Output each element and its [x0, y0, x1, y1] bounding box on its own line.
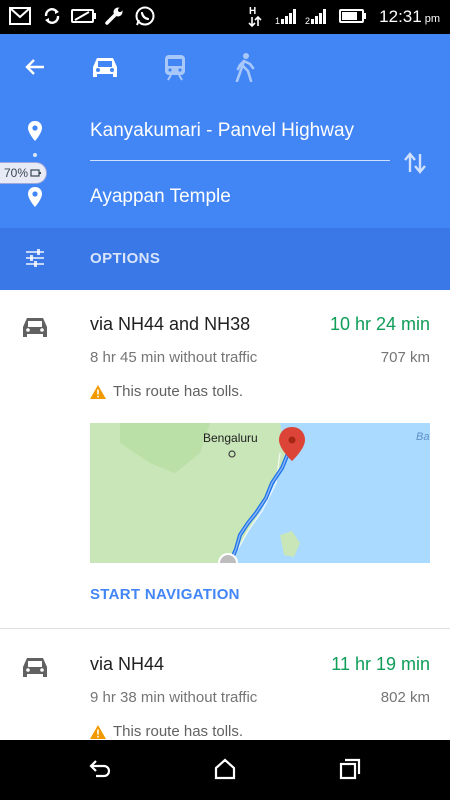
route-no-traffic-time: 9 hr 38 min without traffic: [90, 689, 258, 706]
wrench-icon: [102, 5, 126, 27]
car-icon: [22, 315, 48, 344]
warning-icon: [90, 384, 106, 399]
battery-overlay-badge: 70%: [0, 162, 48, 184]
car-icon[interactable]: [88, 50, 122, 84]
origin-pin-icon: [24, 118, 46, 144]
map-city-label: Bengaluru: [203, 431, 258, 445]
map-sea-label: Ba: [416, 431, 430, 443]
route-card[interactable]: via NH44 11 hr 19 min 9 hr 38 min withou…: [0, 628, 450, 740]
car-icon: [22, 655, 48, 684]
route-map-preview[interactable]: Bengaluru Ba: [90, 423, 430, 563]
toll-notice: This route has tolls.: [90, 723, 243, 740]
back-arrow-icon[interactable]: [20, 52, 50, 82]
transit-icon[interactable]: [158, 50, 192, 84]
options-bar[interactable]: OPTIONS: [0, 228, 450, 290]
svg-text:2: 2: [305, 16, 310, 25]
signal-icon: 1: [274, 5, 300, 27]
field-divider: [90, 160, 390, 161]
route-distance: 802 km: [380, 689, 430, 706]
signal-2-icon: 2: [304, 5, 330, 27]
destination-field[interactable]: Ayappan Temple: [90, 186, 231, 208]
start-navigation-button[interactable]: START NAVIGATION: [90, 586, 240, 603]
status-bar: H 1 2 12:31 pm: [0, 0, 450, 34]
mini-battery-icon: [30, 169, 42, 177]
origin-field[interactable]: Kanyakumari - Panvel Highway: [90, 120, 354, 142]
svg-text:H: H: [249, 6, 256, 17]
route-distance: 707 km: [380, 349, 430, 366]
whatsapp-icon: [132, 5, 158, 27]
system-nav-bar: [0, 740, 450, 800]
data-arrows-icon: H: [246, 5, 264, 28]
battery-saver-icon: [70, 5, 98, 27]
route-duration: 11 hr 19 min: [331, 654, 430, 674]
back-nav-icon[interactable]: [88, 758, 112, 785]
toll-notice: This route has tolls.: [90, 383, 243, 400]
tune-sliders-icon: [24, 246, 46, 270]
destination-pin-icon: [24, 184, 46, 210]
recents-nav-icon[interactable]: [338, 758, 362, 785]
route-via: via NH44: [90, 654, 165, 674]
warning-icon: [90, 724, 106, 739]
route-card[interactable]: via NH44 and NH38 10 hr 24 min 8 hr 45 m…: [0, 290, 450, 628]
route-no-traffic-time: 8 hr 45 min without traffic: [90, 349, 258, 366]
clock: 12:31 pm: [379, 7, 440, 26]
toll-text: This route has tolls.: [113, 383, 244, 400]
swap-icon[interactable]: [398, 148, 432, 178]
svg-text:1: 1: [275, 16, 280, 25]
battery-icon: [338, 5, 368, 27]
directions-header: Kanyakumari - Panvel Highway Ayappan Tem…: [0, 34, 450, 228]
sync-icon: [40, 5, 64, 27]
gmail-icon: [8, 5, 32, 27]
home-nav-icon[interactable]: [213, 758, 237, 785]
route-duration: 10 hr 24 min: [329, 314, 430, 334]
toll-text: This route has tolls.: [113, 723, 244, 740]
travel-mode-bar: [0, 34, 450, 98]
options-label[interactable]: OPTIONS: [90, 250, 160, 267]
walk-icon[interactable]: [228, 50, 262, 84]
route-via: via NH44 and NH38: [90, 314, 251, 334]
